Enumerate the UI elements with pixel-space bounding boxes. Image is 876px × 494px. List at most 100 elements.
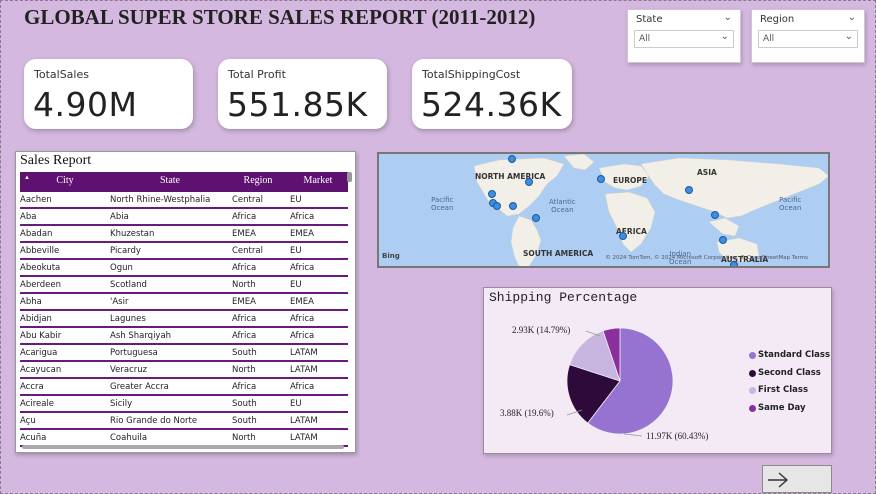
pie-data-label-second-class: 3.88K (19.6%) xyxy=(500,408,554,418)
market-cell: LATAM xyxy=(290,416,318,426)
region-dropdown[interactable]: All ⌄ xyxy=(758,30,858,48)
table-row[interactable]: Aachen North Rhine-Westphalia Central EU xyxy=(20,192,348,209)
state-cell: Veracruz xyxy=(110,365,148,375)
map-point[interactable] xyxy=(525,178,533,186)
table-row[interactable]: Accra Greater Accra Africa Africa xyxy=(20,379,348,396)
table-row[interactable]: Abadan Khuzestan EMEA EMEA xyxy=(20,226,348,243)
city-cell: Acuña xyxy=(20,433,47,443)
city-cell: Aberdeen xyxy=(20,280,62,290)
market-cell: LATAM xyxy=(290,348,318,358)
market-cell: Africa xyxy=(290,263,315,273)
map-point[interactable] xyxy=(532,214,540,222)
table-body: Aachen North Rhine-Westphalia Central EU Aba… xyxy=(20,192,348,447)
map-point[interactable] xyxy=(508,155,516,163)
region-cell: South xyxy=(232,348,257,358)
market-cell: Africa xyxy=(290,331,315,341)
city-cell: Açu xyxy=(20,416,36,426)
market-cell: LATAM xyxy=(290,433,318,443)
state-dropdown[interactable]: All ⌄ xyxy=(634,30,734,48)
total-profit-card: Total Profit 551.85K xyxy=(218,59,387,129)
legend-label: Same Day xyxy=(758,402,806,413)
map-point[interactable] xyxy=(488,190,496,198)
legend-label: Standard Class xyxy=(758,350,831,360)
table-row[interactable]: Açu Rio Grande do Norte South LATAM xyxy=(20,413,348,430)
map-point[interactable] xyxy=(619,232,627,240)
legend-color-dot xyxy=(749,404,756,412)
state-slicer[interactable]: State ⌄ All ⌄ xyxy=(627,9,741,63)
column-header-city[interactable]: City xyxy=(20,175,110,186)
legend-label: First Class xyxy=(758,385,808,395)
scrollbar-thumb[interactable] xyxy=(347,172,352,182)
city-cell: Acireale xyxy=(20,399,55,409)
region-cell: Africa xyxy=(232,212,257,222)
map-point[interactable] xyxy=(719,236,727,244)
region-cell: North xyxy=(232,280,256,290)
city-cell: Acayucan xyxy=(20,365,62,375)
region-slicer[interactable]: Region ⌄ All ⌄ xyxy=(751,9,865,63)
arrow-right-icon xyxy=(768,472,789,488)
table-row[interactable]: Aberdeen Scotland North EU xyxy=(20,277,348,294)
map-attribution: © 2024 TomTom, © 2024 Microsoft Corporat… xyxy=(605,255,808,261)
state-cell: Sicily xyxy=(110,399,133,409)
table-row[interactable]: Abidjan Lagunes Africa Africa xyxy=(20,311,348,328)
pie-leader-line xyxy=(623,433,643,437)
map-label-north-america: NORTH AMERICA xyxy=(475,172,546,181)
next-page-button[interactable] xyxy=(762,465,832,493)
region-cell: North xyxy=(232,433,256,443)
sales-map[interactable]: NORTH AMERICA EUROPE ASIA AFRICA SOUTH A… xyxy=(377,152,830,268)
map-point[interactable] xyxy=(711,211,719,219)
total-profit-value: 551.85K xyxy=(227,85,368,124)
map-point[interactable] xyxy=(509,202,517,210)
city-cell: Aba xyxy=(20,212,37,222)
total-sales-label: TotalSales xyxy=(34,68,89,81)
city-cell: Abeokuta xyxy=(20,263,61,273)
state-cell: Lagunes xyxy=(110,314,146,324)
map-point[interactable] xyxy=(493,202,501,210)
bing-logo: Bing xyxy=(382,252,400,260)
sales-table-panel: Sales Report City ▲ State Region Market … xyxy=(15,151,356,453)
table-row[interactable]: Abeokuta Ogun Africa Africa xyxy=(20,260,348,277)
map-point[interactable] xyxy=(685,186,693,194)
total-shipping-value: 524.36K xyxy=(421,85,562,124)
horizontal-scrollbar[interactable] xyxy=(22,445,344,449)
table-row[interactable]: Abbeville Picardy Central EU xyxy=(20,243,348,260)
table-row[interactable]: Acayucan Veracruz North LATAM xyxy=(20,362,348,379)
region-cell: Africa xyxy=(232,263,257,273)
column-header-market[interactable]: Market xyxy=(288,175,348,186)
table-row[interactable]: Abu Kabir Ash Sharqiyah Africa Africa xyxy=(20,328,348,345)
region-cell: Central xyxy=(232,195,263,205)
region-cell: South xyxy=(232,416,257,426)
region-cell: Africa xyxy=(232,314,257,324)
market-cell: EU xyxy=(290,399,302,409)
state-cell: 'Asir xyxy=(110,297,129,307)
state-cell: North Rhine-Westphalia xyxy=(110,195,211,205)
table-row[interactable]: Abha 'Asir EMEA EMEA xyxy=(20,294,348,311)
total-sales-card: TotalSales 4.90M xyxy=(24,59,193,129)
chevron-down-icon[interactable]: ⌄ xyxy=(848,12,856,23)
sort-ascending-icon[interactable]: ▲ xyxy=(24,175,30,181)
market-cell: Africa xyxy=(290,212,315,222)
state-cell: Portuguesa xyxy=(110,348,158,358)
pie-data-label-first-class: 2.93K (14.79%) xyxy=(512,325,571,335)
pie-data-label-standard-class: 11.97K (60.43%) xyxy=(646,431,709,441)
map-point[interactable] xyxy=(730,261,738,266)
table-row[interactable]: Aba Abia Africa Africa xyxy=(20,209,348,226)
state-cell: Abia xyxy=(110,212,129,222)
map-label-atlantic-ocean: Atlantic Ocean xyxy=(549,198,576,214)
map-label-pacific-ocean: Pacific Ocean xyxy=(431,196,454,212)
chevron-down-icon[interactable]: ⌄ xyxy=(724,12,732,23)
state-cell: Khuzestan xyxy=(110,229,155,239)
vertical-scrollbar[interactable] xyxy=(347,172,352,452)
map-label-south-america: SOUTH AMERICA xyxy=(523,249,594,258)
table-row[interactable]: Acireale Sicily South EU xyxy=(20,396,348,413)
column-header-region[interactable]: Region xyxy=(230,175,286,186)
market-cell: EMEA xyxy=(290,297,314,307)
map-point[interactable] xyxy=(597,175,605,183)
region-slicer-label: Region xyxy=(760,14,795,25)
table-row[interactable]: Acarigua Portuguesa South LATAM xyxy=(20,345,348,362)
market-cell: LATAM xyxy=(290,365,318,375)
total-shipping-label: TotalShippingCost xyxy=(422,68,521,81)
market-cell: EU xyxy=(290,280,302,290)
column-header-state[interactable]: State xyxy=(110,175,230,186)
chevron-down-icon: ⌄ xyxy=(844,31,853,42)
